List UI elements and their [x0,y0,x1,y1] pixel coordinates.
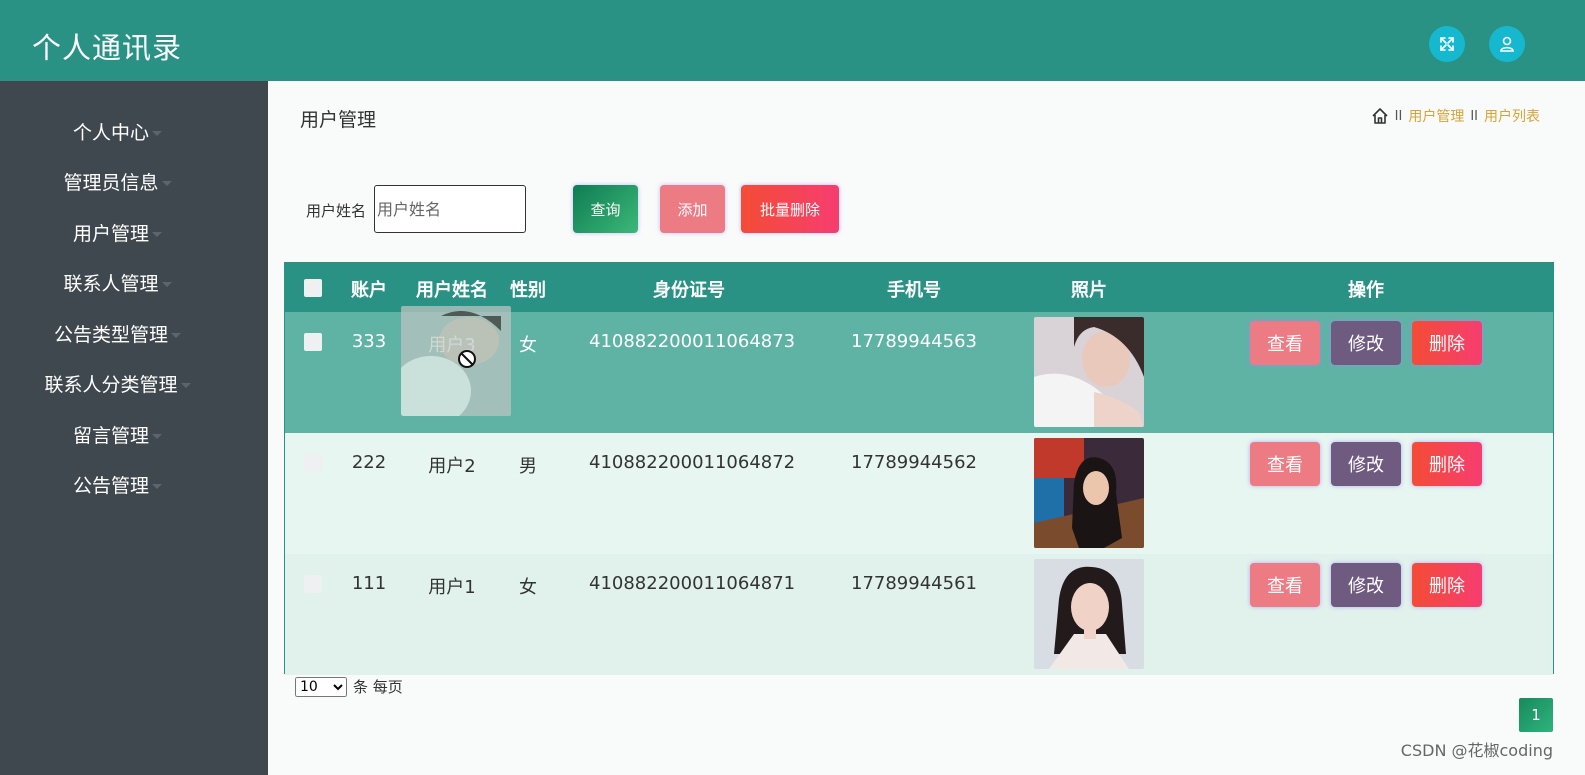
caret-down-icon [171,333,181,338]
edit-button[interactable]: 修改 [1331,563,1401,607]
row-checkbox[interactable] [304,575,322,593]
watermark: CSDN @花椒coding [1400,741,1553,760]
column-header-photo: 照片 [1071,280,1107,301]
sidebar-item-admin-info[interactable]: 管理员信息 [0,168,235,195]
name-cell: 用户2 [428,456,476,477]
sidebar-item-label: 联系人分类管理 [44,374,178,396]
caret-down-icon [161,181,172,186]
batch-delete-button[interactable]: 批量删除 [741,185,839,233]
gender-cell: 女 [519,577,537,598]
page-size-select[interactable]: 10 [295,676,347,697]
sidebar-item-label: 联系人管理 [63,273,159,295]
phone-cell: 17789944563 [851,331,977,352]
gender-cell: 男 [519,456,537,477]
view-button[interactable]: 查看 [1250,563,1320,607]
sidebar-item-label: 公告类型管理 [53,324,168,346]
home-icon[interactable] [1371,107,1389,125]
page-size-control: 10 条 每页 [295,676,403,697]
sidebar-item-label: 留言管理 [72,425,149,447]
sidebar-item-label: 公告管理 [72,475,149,497]
name-cell: 用户1 [428,577,476,598]
sidebar-item-personal-center[interactable]: 个人中心 [0,118,235,145]
account-cell: 333 [351,331,387,352]
sidebar: 个人中心 管理员信息 用户管理 联系人管理 公告类型管理 联系人分类管理 留言管… [0,81,268,775]
breadcrumb-user-list[interactable]: 用户列表 [1484,106,1540,126]
view-button[interactable]: 查看 [1250,321,1320,365]
app-title: 个人通讯录 [32,31,183,65]
sidebar-item-notice-type-management[interactable]: 公告类型管理 [0,320,235,347]
sidebar-item-notice-management[interactable]: 公告管理 [0,471,235,498]
view-button[interactable]: 查看 [1250,442,1320,486]
user-icon [1500,36,1514,52]
delete-button[interactable]: 删除 [1412,563,1482,607]
not-allowed-cursor-icon [458,350,476,368]
sidebar-item-label: 个人中心 [72,122,149,144]
user-photo[interactable] [1034,317,1144,427]
id-number-cell: 410882200011064871 [589,573,796,594]
page-size-suffix: 条 每页 [353,678,403,696]
column-header-account: 账户 [351,280,387,301]
column-header-id-number: 身份证号 [653,280,725,301]
caret-down-icon [152,484,162,489]
fullscreen-icon [1440,37,1454,51]
phone-cell: 17789944562 [851,452,977,473]
column-header-name: 用户姓名 [416,280,488,301]
caret-down-icon [152,434,162,439]
table-header: 账户 用户姓名 性别 身份证号 手机号 照片 操作 [285,263,1553,312]
breadcrumb: II 用户管理 II 用户列表 [1371,106,1540,126]
top-bar: 个人通讯录 [0,0,1585,81]
user-table: 账户 用户姓名 性别 身份证号 手机号 照片 操作 333 用户3 女 4108… [284,262,1554,675]
sidebar-item-message-management[interactable]: 留言管理 [0,421,235,448]
search-input[interactable] [374,185,526,233]
page-title: 用户管理 [300,109,377,131]
caret-down-icon [161,282,172,287]
row-checkbox[interactable] [304,454,322,472]
table-row[interactable]: 111 用户1 女 410882200011064871 17789944561… [285,554,1553,675]
id-number-cell: 410882200011064872 [589,452,796,473]
search-label: 用户姓名 [306,202,367,220]
delete-button[interactable]: 删除 [1412,321,1482,365]
breadcrumb-separator: II [1470,108,1478,124]
caret-down-icon [180,383,191,388]
sidebar-item-contact-management[interactable]: 联系人管理 [0,269,235,296]
column-header-gender: 性别 [510,280,546,301]
id-number-cell: 410882200011064873 [589,331,796,352]
sidebar-item-user-management[interactable]: 用户管理 [0,219,235,246]
table-row[interactable]: 333 用户3 女 410882200011064873 17789944563 [285,306,1553,433]
name-cell: 用户3 [428,335,476,356]
table-row[interactable]: 222 用户2 男 410882200011064872 17789944562… [285,433,1553,554]
account-cell: 222 [351,452,387,473]
sidebar-item-label: 用户管理 [72,223,149,245]
add-button[interactable]: 添加 [660,185,725,233]
select-all-checkbox[interactable] [304,279,322,297]
user-menu-button[interactable] [1489,26,1525,62]
row-checkbox[interactable] [304,333,322,351]
fullscreen-button[interactable] [1429,26,1465,62]
account-cell: 111 [351,573,387,594]
breadcrumb-separator: II [1394,108,1403,124]
user-photo[interactable] [1034,438,1144,548]
edit-button[interactable]: 修改 [1331,442,1401,486]
caret-down-icon [152,131,162,136]
user-photo[interactable] [1034,559,1144,669]
sidebar-item-contact-category-management[interactable]: 联系人分类管理 [0,370,235,397]
page-number-button[interactable]: 1 [1519,698,1553,732]
drag-ghost-image [401,306,511,416]
query-button[interactable]: 查询 [573,185,638,233]
sidebar-item-label: 管理员信息 [63,172,159,194]
breadcrumb-user-management[interactable]: 用户管理 [1408,106,1464,126]
gender-cell: 女 [519,335,537,356]
phone-cell: 17789944561 [851,573,977,594]
caret-down-icon [152,232,162,237]
column-header-actions: 操作 [1348,280,1384,301]
column-header-phone: 手机号 [887,280,941,301]
delete-button[interactable]: 删除 [1412,442,1482,486]
edit-button[interactable]: 修改 [1331,321,1401,365]
